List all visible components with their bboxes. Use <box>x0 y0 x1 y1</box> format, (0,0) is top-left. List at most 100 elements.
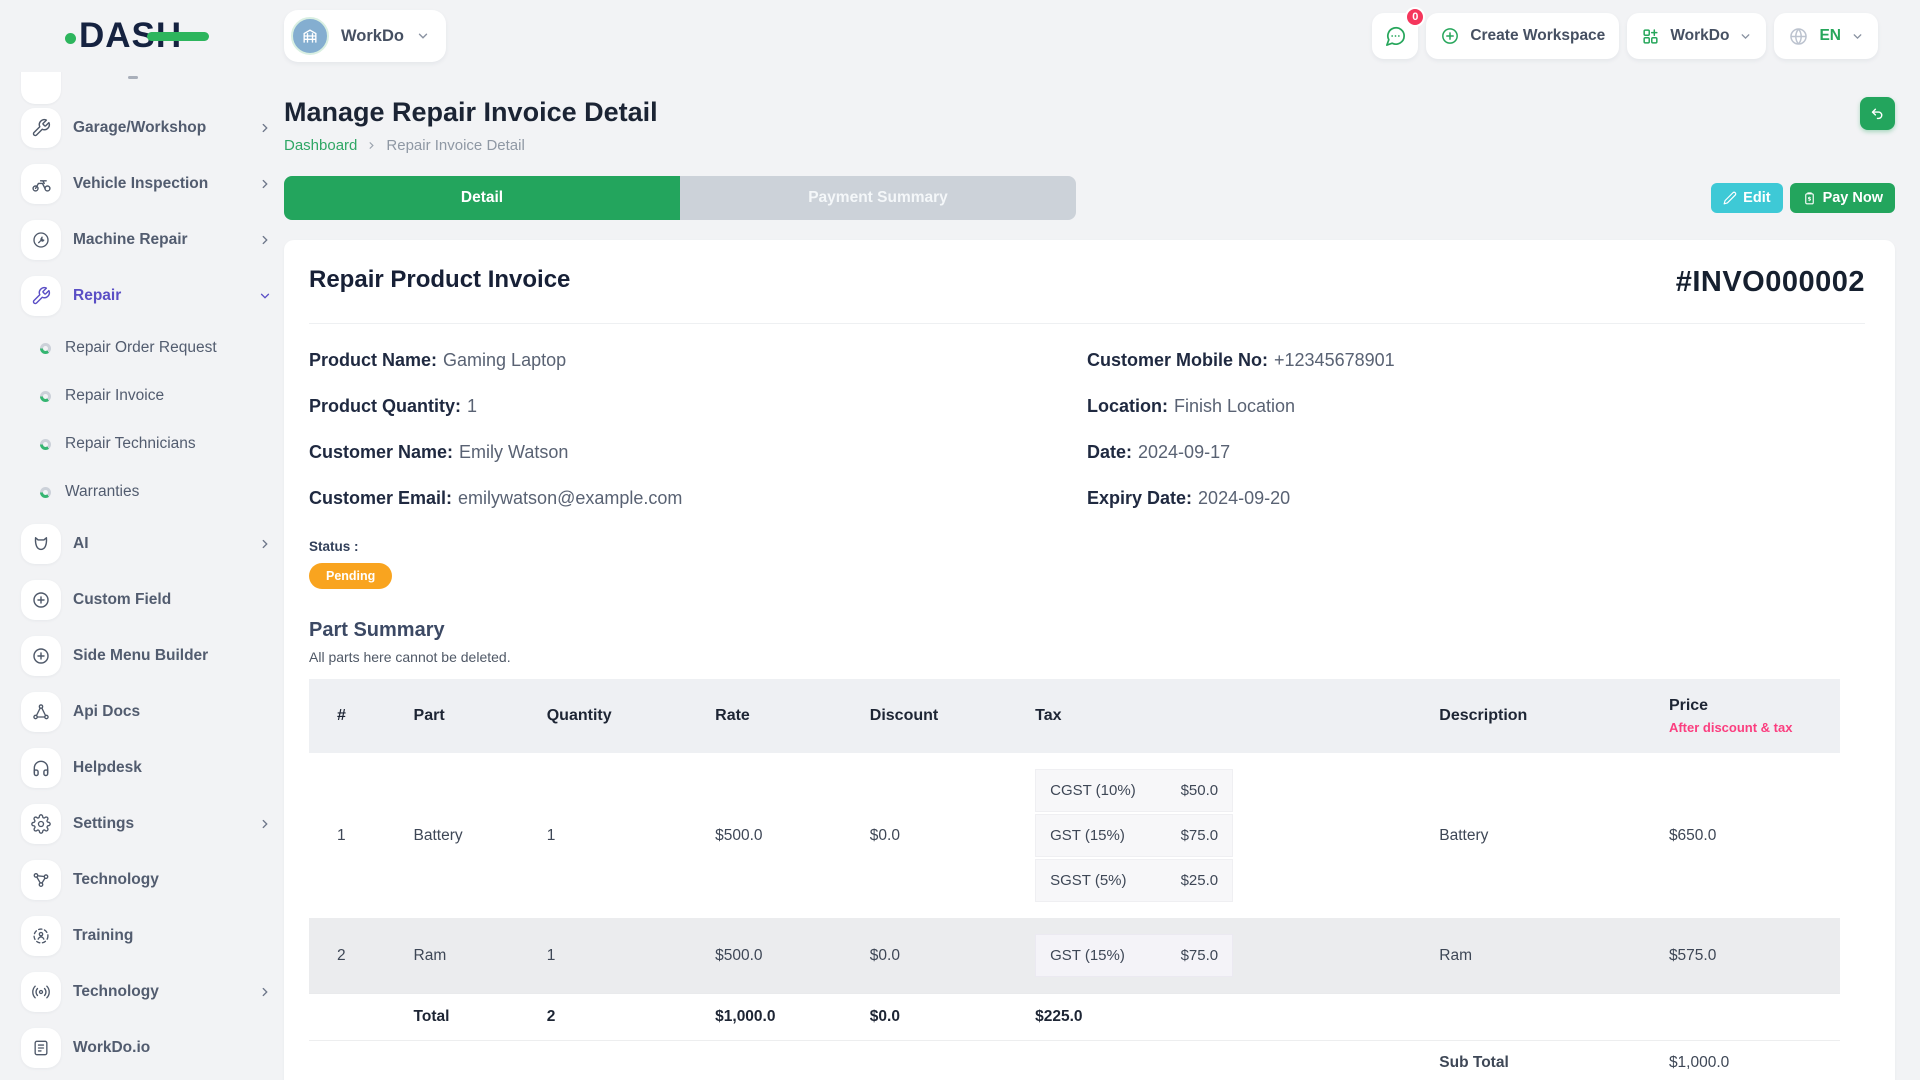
sidebar-subitem-repair-technicians[interactable]: Repair Technicians <box>0 420 284 468</box>
bullet-ring-icon <box>40 391 51 402</box>
sidebar-item-label: Training <box>73 927 133 945</box>
globe-icon <box>1788 26 1809 47</box>
create-workspace-button[interactable]: Create Workspace <box>1426 13 1619 59</box>
sidebar-item-settings[interactable]: Settings <box>0 796 284 852</box>
field-location: Location:Finish Location <box>1087 396 1865 417</box>
sidebar-item-garage-workshop[interactable]: Garage/Workshop <box>0 100 284 156</box>
tax-line-gst: GST (15%) $75.0 <box>1035 814 1233 857</box>
col-number: # <box>309 679 386 753</box>
tab-detail[interactable]: Detail <box>284 176 680 220</box>
pay-now-button[interactable]: $ Pay Now <box>1790 183 1895 213</box>
sidebar-nav: Garage/Workshop Vehicle Inspection Machi… <box>0 72 284 1080</box>
return-back-button[interactable] <box>1860 97 1895 130</box>
sidebar-subitem-warranties[interactable]: Warranties <box>0 468 284 516</box>
tax-name: GST (15%) <box>1050 827 1125 844</box>
part-summary-note: All parts here cannot be deleted. <box>309 649 1865 665</box>
edit-button[interactable]: Edit <box>1711 183 1782 213</box>
tax-line-sgst: SGST (5%) $25.0 <box>1035 859 1233 902</box>
part-summary-title: Part Summary <box>309 619 1865 642</box>
table-row-battery: 1 Battery 1 $500.0 $0.0 CGST (10%) $50.0 <box>309 753 1840 918</box>
bullet-ring-icon <box>40 439 51 450</box>
sidebar-item-side-menu-builder[interactable]: Side Menu Builder <box>0 628 284 684</box>
sidebar-item-repair[interactable]: Repair <box>0 268 284 324</box>
sidebar-item-label: Technology <box>73 983 159 1001</box>
brand-logo[interactable]: DASH <box>65 14 284 58</box>
parts-table: # Part Quantity Rate Discount Tax Descri… <box>309 679 1840 1080</box>
sidebar-item-partial[interactable] <box>21 72 61 104</box>
logo-dot-icon <box>65 33 76 44</box>
tax-amount: $25.0 <box>1181 872 1219 889</box>
grid-plus-icon <box>1641 27 1660 46</box>
sidebar-item-workdo-io[interactable]: WorkDo.io <box>0 1020 284 1076</box>
tab-payment-summary[interactable]: Payment Summary <box>680 176 1076 220</box>
breadcrumb-dashboard-link[interactable]: Dashboard <box>284 137 357 154</box>
sidebar-subitem-label: Warranties <box>65 483 139 501</box>
cell-part: Ram <box>386 918 519 994</box>
sidebar-item-label: Technology <box>73 871 159 889</box>
invoice-card-title: Repair Product Invoice <box>309 266 570 294</box>
sidebar-item-machine-repair[interactable]: Machine Repair <box>0 212 284 268</box>
sidebar-item-custom-field[interactable]: Custom Field <box>0 572 284 628</box>
total-label: Total <box>386 994 519 1041</box>
tax-name: GST (15%) <box>1050 947 1125 964</box>
sidebar-item-helpdesk[interactable]: Helpdesk <box>0 740 284 796</box>
tax-name: CGST (10%) <box>1050 782 1136 799</box>
invoice-fields: Product Name:Gaming Laptop Customer Mobi… <box>309 350 1865 509</box>
field-product-name: Product Name:Gaming Laptop <box>309 350 1087 371</box>
cell-part: Battery <box>386 753 519 918</box>
subtotal-value: $1,000.0 <box>1641 1041 1840 1080</box>
account-menu-button[interactable]: WorkDo <box>1627 13 1766 59</box>
sidebar-item-vehicle-inspection[interactable]: Vehicle Inspection <box>0 156 284 212</box>
col-quantity: Quantity <box>519 679 687 753</box>
cell-quantity: 1 <box>519 918 687 994</box>
workspace-switcher[interactable]: WorkDo <box>284 10 446 62</box>
sidebar-item-technology[interactable]: Technology <box>0 852 284 908</box>
subtotal-label: Sub Total <box>1411 1041 1641 1080</box>
field-expiry-date: Expiry Date:2024-09-20 <box>1087 488 1865 509</box>
sidebar-item-technology-2[interactable]: Technology <box>0 964 284 1020</box>
sidebar-item-label: WorkDo.io <box>73 1039 150 1057</box>
chevron-right-icon <box>258 537 272 551</box>
cell-quantity: 1 <box>519 753 687 918</box>
account-menu-label: WorkDo <box>1670 27 1729 45</box>
col-price: Price After discount & tax <box>1641 679 1840 753</box>
action-buttons: Edit $ Pay Now <box>1711 183 1895 213</box>
field-product-quantity: Product Quantity:1 <box>309 396 1087 417</box>
sidebar-item-training[interactable]: Training <box>0 908 284 964</box>
sidebar-item-api-docs[interactable]: Api Docs <box>0 684 284 740</box>
sidebar-subitem-repair-order-request[interactable]: Repair Order Request <box>0 324 284 372</box>
chevron-right-icon <box>258 121 272 135</box>
chevron-down-icon <box>416 29 430 43</box>
sidebar-subitem-label: Repair Technicians <box>65 435 196 453</box>
total-tax: $225.0 <box>1007 994 1411 1041</box>
breadcrumb: Dashboard Repair Invoice Detail <box>284 137 658 154</box>
logo-bar-icon <box>147 32 209 41</box>
pencil-icon <box>1723 191 1737 205</box>
cell-discount: $0.0 <box>842 753 1007 918</box>
invoice-card: Repair Product Invoice #INVO000002 Produ… <box>284 240 1895 1080</box>
plus-circle-icon <box>1440 26 1460 46</box>
sidebar-item-label: Repair <box>73 287 121 305</box>
topbar: DASH WorkDo 0 Create Workspace WorkDo <box>0 0 1920 72</box>
chevron-down-icon <box>1739 30 1752 43</box>
tax-breakdown: GST (15%) $75.0 <box>1035 934 1233 977</box>
sidebar-item-label: Vehicle Inspection <box>73 175 208 193</box>
chevron-right-icon <box>258 233 272 247</box>
sidebar-item-ai[interactable]: AI <box>0 516 284 572</box>
cell-rate: $500.0 <box>687 753 842 918</box>
sidebar-item-label: Api Docs <box>73 703 140 721</box>
language-selector[interactable]: EN <box>1774 13 1878 59</box>
tabs-row: Detail Payment Summary Edit $ Pay Now <box>284 176 1895 220</box>
topbar-right-group: 0 Create Workspace WorkDo EN <box>1372 13 1878 59</box>
radio-signal-icon <box>21 972 61 1012</box>
messages-button[interactable]: 0 <box>1372 13 1418 59</box>
ai-fox-icon <box>21 524 61 564</box>
col-price-label: Price <box>1669 697 1832 715</box>
messages-count-badge: 0 <box>1405 7 1425 27</box>
headphones-icon <box>21 748 61 788</box>
table-total-row: Total 2 $1,000.0 $0.0 $225.0 <box>309 994 1840 1041</box>
pay-now-button-label: Pay Now <box>1823 190 1883 206</box>
sidebar-subitem-repair-invoice[interactable]: Repair Invoice <box>0 372 284 420</box>
total-rate: $1,000.0 <box>687 994 842 1041</box>
total-discount: $0.0 <box>842 994 1007 1041</box>
